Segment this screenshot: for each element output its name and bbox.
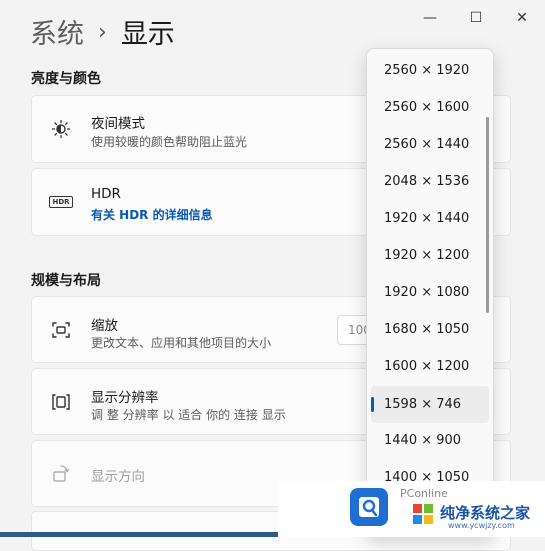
- hdr-icon: HDR: [49, 191, 73, 213]
- breadcrumb: 系统 › 显示: [30, 12, 175, 51]
- resolution-option[interactable]: 1600 × 1200: [367, 348, 493, 385]
- resolution-option[interactable]: 1920 × 1200: [367, 237, 493, 274]
- resolution-option[interactable]: 2560 × 1920: [367, 52, 493, 89]
- resolution-icon: [50, 391, 72, 413]
- resolution-option[interactable]: 2560 × 1600: [367, 89, 493, 126]
- page-title: 显示: [120, 19, 175, 50]
- resolution-option[interactable]: 1920 × 1440: [367, 200, 493, 237]
- resolution-dropdown-list[interactable]: 2560 × 1920 2560 × 1600 2560 × 1440 2048…: [366, 48, 494, 537]
- watermark: PConline 纯净系统之家 www.ycwjzy.com: [278, 481, 545, 537]
- night-light-subtitle: 使用较暖的颜色帮助阻止蓝光: [91, 135, 248, 149]
- resolution-subtitle: 调 整 分辨率 以 适合 你的 连接 显示: [91, 408, 286, 422]
- pconline-logo-icon: [350, 488, 388, 526]
- breadcrumb-separator-icon: ›: [98, 20, 107, 45]
- night-light-title: 夜间模式: [91, 116, 145, 132]
- section-title-brightness-color: 亮度与颜色: [31, 71, 101, 87]
- section-title-scale-layout: 规模与布局: [31, 273, 101, 289]
- brightness-icon: [50, 118, 72, 140]
- dropdown-scrollbar[interactable]: [486, 117, 489, 313]
- resolution-option-selected[interactable]: 1598 × 746: [371, 386, 489, 423]
- breadcrumb-system[interactable]: 系统: [30, 12, 84, 51]
- watermark-url: www.ycwjzy.com: [448, 521, 515, 530]
- resolution-option[interactable]: 1920 × 1080: [367, 274, 493, 311]
- resolution-option[interactable]: 1440 × 900: [367, 422, 493, 459]
- orientation-icon: [50, 463, 72, 485]
- maximize-button[interactable]: ☐: [453, 0, 499, 36]
- minimize-button[interactable]: —: [407, 0, 453, 36]
- windows-logo-icon: [412, 503, 434, 525]
- window-controls: — ☐ ✕: [407, 0, 545, 36]
- resolution-option[interactable]: 1680 × 1050: [367, 311, 493, 348]
- resolution-option[interactable]: 2048 × 1536: [367, 163, 493, 200]
- watermark-brand: PConline: [400, 487, 448, 500]
- scale-subtitle: 更改文本、应用和其他项目的大小: [91, 336, 272, 350]
- resolution-option[interactable]: 2560 × 1440: [367, 126, 493, 163]
- scale-icon: [50, 319, 72, 341]
- hdr-info-link[interactable]: 有关 HDR 的详细信息: [91, 206, 213, 223]
- orientation-title: 显示方向: [91, 469, 145, 485]
- resolution-title: 显示分辨率: [91, 390, 159, 406]
- close-button[interactable]: ✕: [499, 0, 545, 36]
- scale-title: 缩放: [91, 318, 118, 334]
- watermark-site-name: 纯净系统之家: [440, 504, 531, 522]
- hdr-title: HDR: [91, 186, 121, 202]
